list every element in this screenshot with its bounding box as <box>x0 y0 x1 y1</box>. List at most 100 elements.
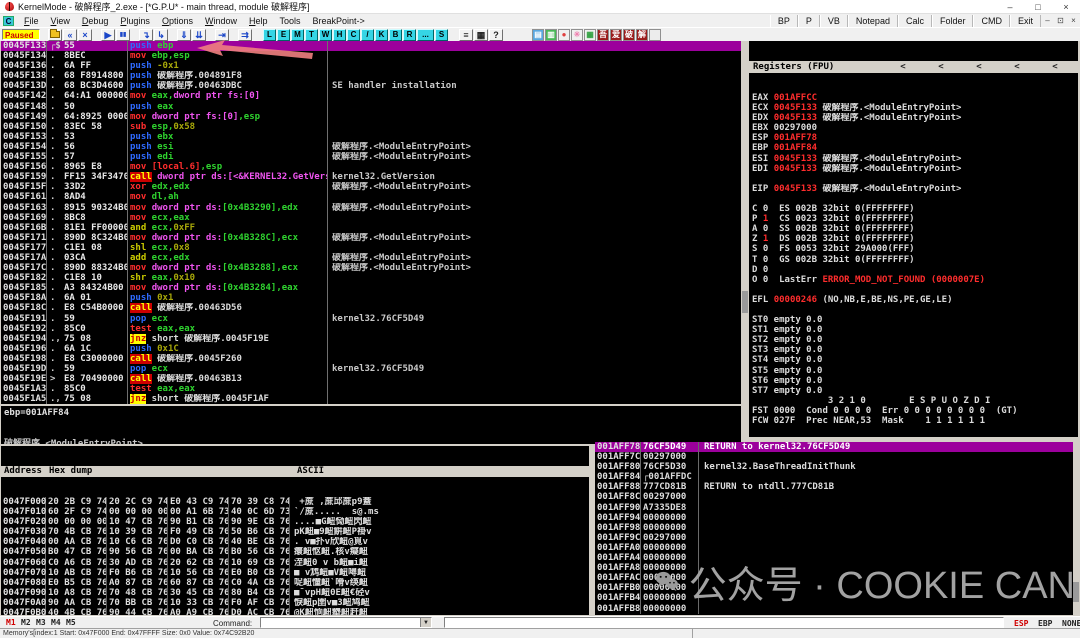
register-line[interactable]: ST6 empty 0.0 <box>749 376 1078 386</box>
disasm-row[interactable]: 0045F185.A3 84324B00mov dword ptr ds:[0x… <box>1 283 741 293</box>
scrollbar-thumb[interactable] <box>742 291 748 313</box>
register-line[interactable]: T 0 GS 002B 32bit 0(FFFFFFFF) <box>749 255 1078 265</box>
stack-row[interactable]: 001AFFB400000000 <box>595 593 1073 603</box>
dump-row[interactable]: 0047F02000 00 00 0010 47 CB 7690 B1 CB 7… <box>1 517 589 527</box>
stack-row[interactable]: 001AFF88777CD81BRETURN to ntdll.777CD81B <box>595 482 1073 492</box>
plugin-icon-save[interactable]: ▤ <box>532 29 544 41</box>
memory-tab-m1[interactable]: M1 <box>6 618 16 627</box>
disasm-row[interactable]: 0045F153.53push ebx <box>1 132 741 142</box>
register-collapse-button-2[interactable]: < <box>922 62 960 72</box>
menu-button-folder[interactable]: Folder <box>932 15 974 27</box>
plugin-icon-grid[interactable]: ▦ <box>584 29 596 41</box>
menu-item-tools[interactable]: Tools <box>274 16 307 26</box>
plugin-icon-ai[interactable]: 爱 <box>610 29 622 41</box>
letter-button-s[interactable]: S <box>435 29 448 41</box>
menu-button-cmd[interactable]: CMD <box>973 15 1010 27</box>
dump-row[interactable]: 0047F07010 AB CB 76F0 B6 CB 7610 56 CB 7… <box>1 568 589 578</box>
minimize-button[interactable]: – <box>996 2 1024 12</box>
menu-item-plugins[interactable]: Plugins <box>114 16 156 26</box>
register-line[interactable]: EFL 00000246 (NO,NB,E,BE,NS,PE,GE,LE) <box>749 295 1078 305</box>
menu-button-exit[interactable]: Exit <box>1010 15 1041 27</box>
register-line[interactable]: ST7 empty 0.0 <box>749 386 1078 396</box>
register-line[interactable]: EDX 0045F133 破解程序.<ModuleEntryPoint> <box>749 113 1078 123</box>
dropdown-arrow-icon[interactable]: ▼ <box>420 618 431 627</box>
disasm-row[interactable]: 0045F17A.03CAadd ecx,edx破解程序.<ModuleEntr… <box>1 253 741 263</box>
dump-row[interactable]: 0047F03070 4B CB 7610 39 CB 76F0 49 CB 7… <box>1 527 589 537</box>
disasm-row[interactable]: 0045F138.68 F8914800push 破解程序.004891F8 <box>1 71 741 81</box>
mdi-minimize-icon[interactable]: – <box>1041 16 1054 25</box>
disasm-row[interactable]: 0045F156.8965 E8mov [local.6],esp <box>1 162 741 172</box>
stack-row[interactable]: 001AFFA800000000 <box>595 563 1073 573</box>
disasm-row[interactable]: 0045F154.56push esi破解程序.<ModuleEntryPoin… <box>1 142 741 152</box>
stack-row[interactable]: 001AFF9C00297000 <box>595 533 1073 543</box>
disasm-row[interactable]: 0045F155.57push edi破解程序.<ModuleEntryPoin… <box>1 152 741 162</box>
register-line[interactable] <box>749 194 1078 204</box>
menu-item-debug[interactable]: Debug <box>76 16 115 26</box>
disasm-row[interactable]: 0045F171.890D 8C324B00mov dword ptr ds:[… <box>1 233 741 243</box>
register-collapse-button-3[interactable]: < <box>960 62 998 72</box>
menu-item-file[interactable]: File <box>18 16 45 26</box>
register-line[interactable]: C 0 ES 002B 32bit 0(FFFFFFFF) <box>749 204 1078 214</box>
step-into-icon[interactable]: ↴ <box>139 29 153 41</box>
dump-row[interactable]: 0047F080E0 B5 CB 76A0 87 CB 7660 87 CB 7… <box>1 578 589 588</box>
letter-button-k[interactable]: K <box>375 29 388 41</box>
register-line[interactable]: ST1 empty 0.0 <box>749 325 1078 335</box>
stack-row[interactable]: 001AFFA000000000 <box>595 543 1073 553</box>
appearance-icon[interactable]: ▦ <box>474 29 488 41</box>
disasm-row[interactable]: 0045F169.8BC8mov ecx,eax <box>1 213 741 223</box>
memory-tab-m3[interactable]: M3 <box>36 618 46 627</box>
disasm-row[interactable]: 0045F182.C1E8 10shr eax,0x10 <box>1 273 741 283</box>
letter-button-slash[interactable]: / <box>361 29 374 41</box>
memory-tab-m4[interactable]: M4 <box>51 618 61 627</box>
stack-row[interactable]: 001AFF90A7335DE8 <box>595 503 1073 513</box>
pause-icon[interactable]: ▮▮ <box>116 29 130 41</box>
dump-row[interactable]: 0047F09010 A8 CB 7670 48 CB 7630 45 CB 7… <box>1 588 589 598</box>
disasm-row[interactable]: 0045F18A.6A 01push 0x1 <box>1 293 741 303</box>
run-icon[interactable]: ▶ <box>101 29 115 41</box>
register-line[interactable]: ST0 empty 0.0 <box>749 315 1078 325</box>
disasm-row[interactable]: 0045F148.50push eax <box>1 102 741 112</box>
stack-row[interactable]: 001AFF9400000000 <box>595 513 1073 523</box>
disasm-row[interactable]: 0045F19D.59pop ecxkernel32.76CF5D49 <box>1 364 741 374</box>
stack-row[interactable]: 001AFF9800000000 <box>595 523 1073 533</box>
menu-button-notepad[interactable]: Notepad <box>848 15 898 27</box>
register-line[interactable]: ESP 001AFF78 <box>749 133 1078 143</box>
animate-into-icon[interactable]: ⇓ <box>177 29 191 41</box>
disasm-row[interactable]: 0045F15F.33D2xor edx,edx破解程序.<ModuleEntr… <box>1 182 741 192</box>
disasm-row[interactable]: 0045F149.64:8925 00000000mov dword ptr f… <box>1 112 741 122</box>
register-line[interactable]: EBP 001AFF84 <box>749 143 1078 153</box>
register-line[interactable] <box>749 305 1078 315</box>
register-line[interactable]: ST2 empty 0.0 <box>749 335 1078 345</box>
register-line[interactable]: ECX 0045F133 破解程序.<ModuleEntryPoint> <box>749 103 1078 113</box>
register-line[interactable]: 3 2 1 0 E S P U O Z D I <box>749 396 1078 406</box>
letter-button-c[interactable]: C <box>347 29 360 41</box>
register-collapse-button-1[interactable]: < <box>884 62 922 72</box>
execute-till-return-icon[interactable]: ⇥ <box>215 29 229 41</box>
menu-button-calc[interactable]: Calc <box>898 15 932 27</box>
animate-over-icon[interactable]: ⇊ <box>192 29 206 41</box>
stack-row[interactable]: 001AFFAC00000000 <box>595 573 1073 583</box>
disasm-row[interactable]: 0045F194.,75 08jnz short 破解程序.0045F19E <box>1 334 741 344</box>
register-line[interactable]: ST4 empty 0.0 <box>749 355 1078 365</box>
disasm-row[interactable]: 0045F1A3.85C0test eax,eax <box>1 384 741 394</box>
disasm-row[interactable]: 0045F191.59pop ecxkernel32.76CF5D49 <box>1 314 741 324</box>
stack-row[interactable]: 001AFF84┌001AFFDC <box>595 472 1073 482</box>
letter-button-h[interactable]: H <box>333 29 346 41</box>
stack-row[interactable]: 001AFFB800000000 <box>595 604 1073 614</box>
help-icon[interactable]: ? <box>489 29 503 41</box>
mdi-restore-icon[interactable]: ⊡ <box>1054 16 1067 25</box>
close-button[interactable]: × <box>1052 2 1080 12</box>
register-line[interactable] <box>749 285 1078 295</box>
stack-row[interactable]: 001AFF7C00297000 <box>595 452 1073 462</box>
menu-button-bp[interactable]: BP <box>770 15 798 27</box>
register-line[interactable]: P 1 CS 0023 32bit 0(FFFFFFFF) <box>749 214 1078 224</box>
disasm-row[interactable]: 0045F17C.890D 88324B00mov dword ptr ds:[… <box>1 263 741 273</box>
disasm-row[interactable]: 0045F1A5.,75 08jnz short 破解程序.0045F1AF <box>1 394 741 404</box>
disasm-row[interactable]: 0045F16B.81E1 FF000000and ecx,0xFF <box>1 223 741 233</box>
register-line[interactable]: Z 1 DS 002B 32bit 0(FFFFFFFF) <box>749 234 1078 244</box>
disasm-row[interactable]: 0045F196.6A 1Cpush 0x1C <box>1 344 741 354</box>
stack-row[interactable]: 001AFFB000000000 <box>595 583 1073 593</box>
register-line[interactable]: EBX 00297000 <box>749 123 1078 133</box>
letter-button-l[interactable]: L <box>263 29 276 41</box>
plugin-icon-po[interactable]: 破 <box>623 29 635 41</box>
